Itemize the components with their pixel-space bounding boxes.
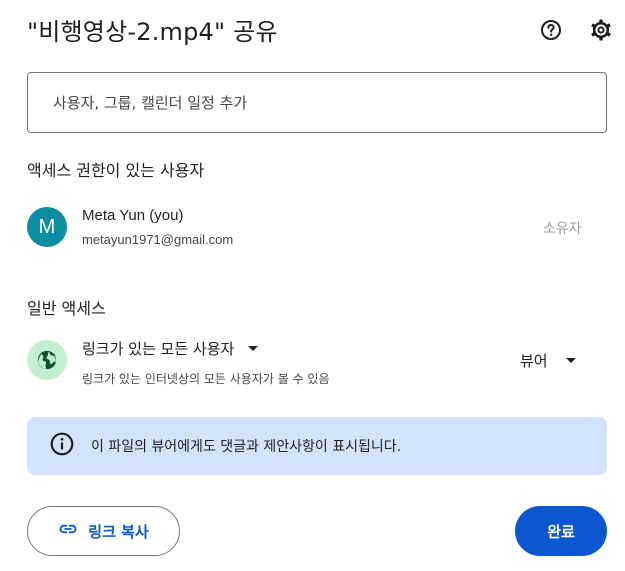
- info-text: 이 파일의 뷰어에게도 댓글과 제안사항이 표시됩니다.: [91, 439, 402, 455]
- general-access-heading: 일반 액세스: [27, 299, 106, 318]
- info-banner: 이 파일의 뷰어에게도 댓글과 제안사항이 표시됩니다.: [27, 417, 607, 475]
- role-dropdown[interactable]: 뷰어: [520, 350, 576, 371]
- copy-link-label: 링크 복사: [88, 522, 149, 541]
- help-circle-icon[interactable]: [539, 18, 563, 42]
- people-with-access-heading: 액세스 권한이 있는 사용자: [27, 161, 205, 180]
- role-dropdown-label: 뷰어: [520, 352, 548, 370]
- link-access-description: 링크가 있는 인터넷상의 모든 사용자가 볼 수 있음: [82, 372, 330, 386]
- dropdown-arrow-icon: [248, 346, 259, 351]
- user-name: Meta Yun (you): [82, 207, 184, 224]
- add-people-input[interactable]: [27, 72, 607, 133]
- copy-link-button[interactable]: 링크 복사: [27, 506, 180, 556]
- gear-icon[interactable]: [589, 18, 613, 42]
- link-access-dropdown[interactable]: 링크가 있는 모든 사용자: [82, 338, 259, 359]
- user-email: metayun1971@gmail.com: [82, 232, 234, 247]
- info-icon: [49, 431, 75, 461]
- link-access-label: 링크가 있는 모든 사용자: [82, 340, 235, 358]
- avatar: M: [27, 207, 67, 247]
- dropdown-arrow-icon: [565, 358, 576, 363]
- dialog-title: "비행영상-2.mp4" 공유: [27, 18, 278, 46]
- done-button[interactable]: 완료: [515, 506, 607, 556]
- user-role-label: 소유자: [543, 221, 582, 237]
- globe-icon: [27, 340, 67, 380]
- link-icon: [58, 519, 78, 543]
